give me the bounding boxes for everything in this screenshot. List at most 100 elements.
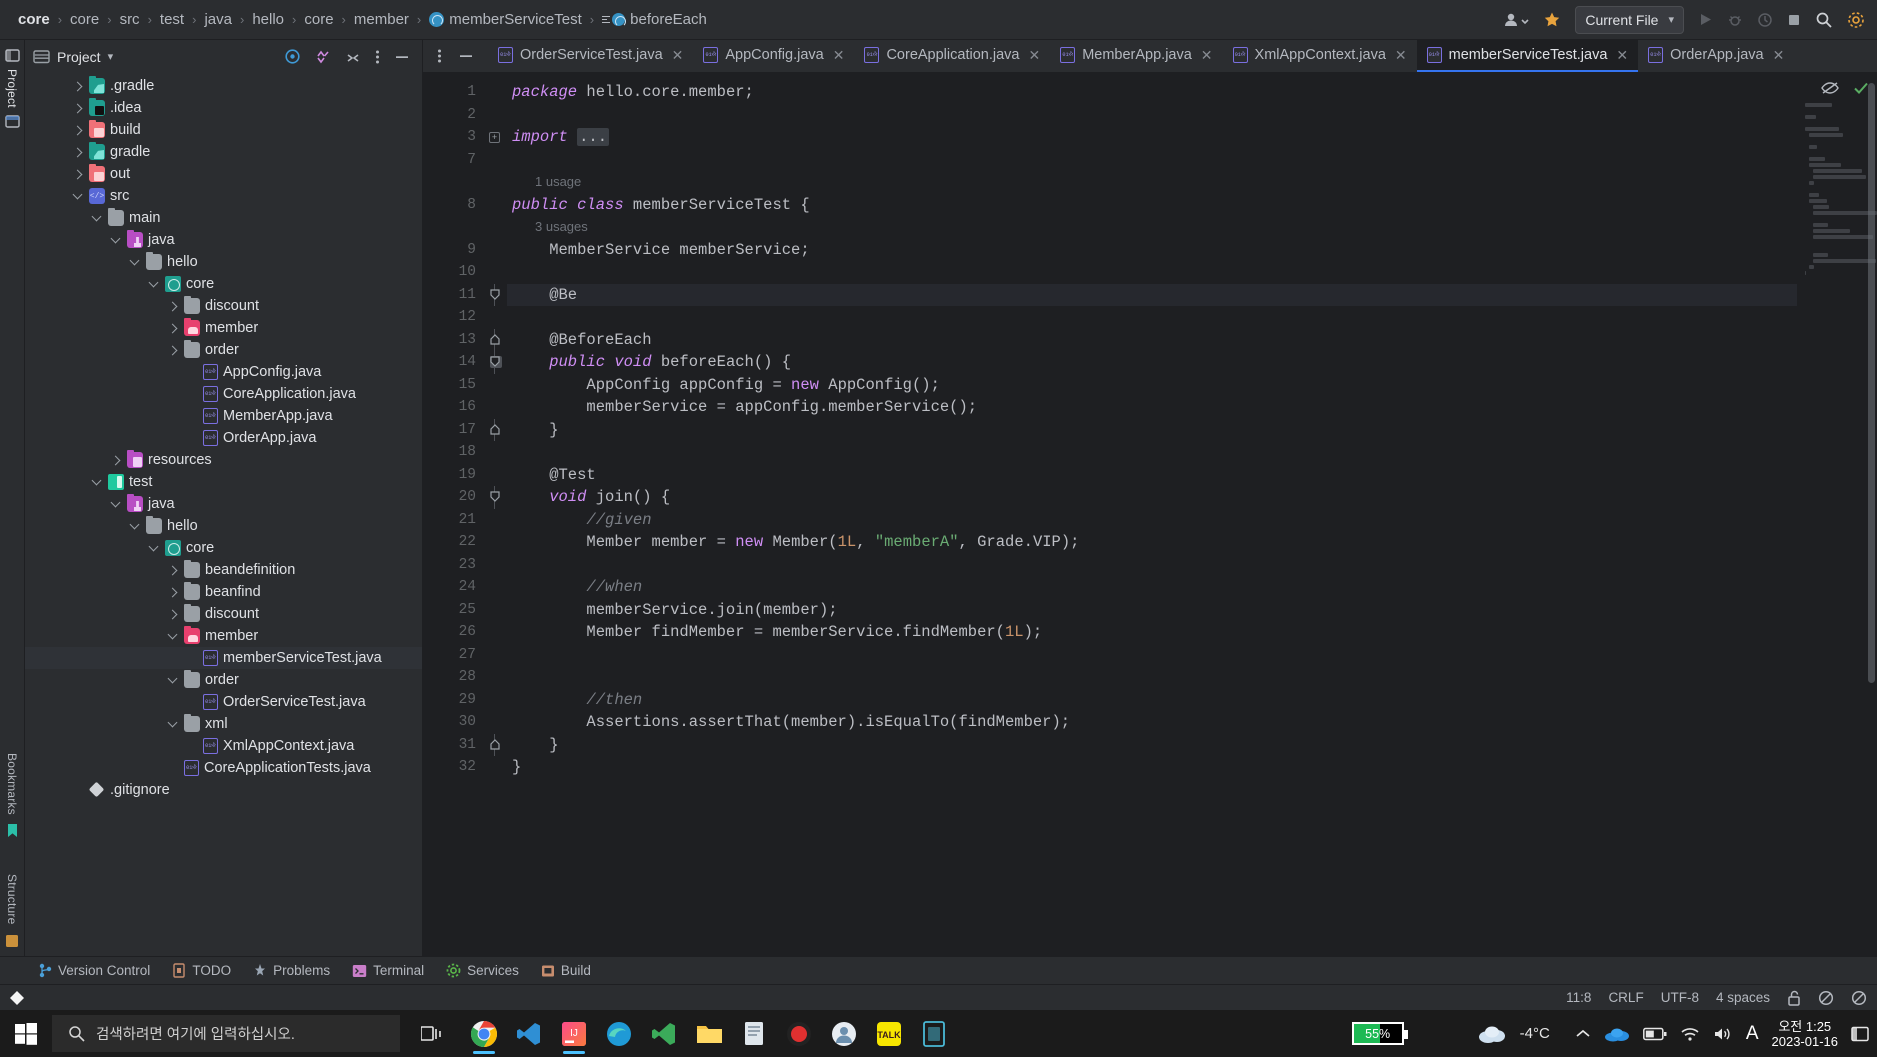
chevron-down-icon[interactable] — [129, 256, 141, 268]
chevron-right-icon[interactable] — [72, 102, 84, 114]
file-explorer-icon[interactable] — [689, 1011, 729, 1056]
recorder-icon[interactable] — [779, 1011, 819, 1056]
project-tool-icon[interactable] — [4, 48, 20, 63]
line-number[interactable]: 19 — [423, 464, 485, 487]
tree-node-java[interactable]: java — [25, 229, 422, 251]
tree-node-beanfind[interactable]: beanfind — [25, 581, 422, 603]
bookmark-icon[interactable] — [6, 823, 19, 838]
no-inspections-icon[interactable] — [1818, 990, 1834, 1006]
tree-node-appconfig-java[interactable]: AppConfig.java — [25, 361, 422, 383]
notepad-icon[interactable] — [734, 1011, 774, 1056]
tree-node-discount[interactable]: discount — [25, 603, 422, 625]
line-number[interactable]: 3 — [423, 126, 485, 149]
code-line[interactable] — [507, 554, 1797, 577]
editor-tab-coreapplication-java[interactable]: CoreApplication.java ✕ — [854, 40, 1050, 72]
line-number[interactable]: 22 — [423, 531, 485, 554]
line-number[interactable]: 2 — [423, 104, 485, 127]
vscode-icon[interactable] — [509, 1011, 549, 1056]
line-number[interactable]: 13 — [423, 329, 485, 352]
chevron-right-icon[interactable] — [110, 454, 122, 466]
code-line[interactable] — [507, 666, 1797, 689]
tree-node-xml[interactable]: xml — [25, 713, 422, 735]
code-line[interactable]: import ... — [507, 126, 1797, 149]
line-number[interactable]: 28 — [423, 666, 485, 689]
indent-setting[interactable]: 4 spaces — [1716, 990, 1770, 1005]
chevron-right-icon[interactable] — [72, 124, 84, 136]
editor-tab-appconfig-java[interactable]: AppConfig.java ✕ — [693, 40, 854, 72]
breadcrumb-item-java[interactable]: java — [200, 9, 236, 30]
line-number[interactable]: 14 — [423, 351, 502, 374]
chevron-down-icon[interactable] — [167, 674, 179, 686]
tree-node-orderapp-java[interactable]: OrderApp.java — [25, 427, 422, 449]
code-line[interactable]: Member findMember = memberService.findMe… — [507, 621, 1797, 644]
code-line[interactable]: memberService.join(member); — [507, 599, 1797, 622]
fold-handle[interactable] — [485, 283, 507, 306]
chevron-down-icon[interactable] — [167, 630, 179, 642]
code-line[interactable]: public class memberServiceTest { — [507, 194, 1797, 217]
chevron-down-icon[interactable] — [72, 190, 84, 202]
collapse-fold-end-icon[interactable] — [489, 738, 500, 750]
close-icon[interactable]: ✕ — [833, 47, 845, 64]
breadcrumb-item-hello[interactable]: hello — [248, 9, 288, 30]
action-center-icon[interactable] — [1851, 1026, 1869, 1042]
run-configuration-selector[interactable]: Current File ▾ — [1575, 5, 1684, 34]
breadcrumb-item-memberservicetest[interactable]: memberServiceTest — [425, 9, 586, 30]
project-tree[interactable]: .gradle .idea build gradle out src main java hel… — [25, 73, 422, 956]
tool-window-button-build[interactable]: Build — [541, 963, 591, 978]
line-number[interactable]: 8 — [423, 194, 485, 217]
edge-icon[interactable] — [599, 1011, 639, 1056]
tree-node-coreapplication-java[interactable]: CoreApplication.java — [25, 383, 422, 405]
line-number[interactable]: 17 — [423, 419, 485, 442]
collapse-fold-icon[interactable] — [489, 356, 500, 367]
breadcrumb-item-core[interactable]: core — [66, 9, 103, 30]
code-line[interactable]: Assertions.assertThat(member).isEqualTo(… — [507, 711, 1797, 734]
kakaotalk-icon[interactable]: TALK — [869, 1011, 909, 1056]
fold-handle[interactable] — [485, 328, 507, 351]
line-number[interactable]: 18 — [423, 441, 485, 464]
structure-tool-icon[interactable] — [4, 114, 20, 129]
fold-handle[interactable] — [485, 418, 507, 441]
tool-window-button-todo[interactable]: TODO — [172, 963, 231, 978]
code-line[interactable]: @Be — [507, 283, 1797, 306]
line-number[interactable]: 25 — [423, 599, 485, 622]
target-locate-icon[interactable] — [284, 48, 301, 65]
chevron-right-icon[interactable] — [167, 608, 179, 620]
structure-icon[interactable] — [5, 934, 19, 948]
line-number[interactable]: 15 — [423, 374, 485, 397]
sidebar-item-structure[interactable]: Structure — [5, 874, 19, 925]
line-number[interactable]: 1 — [423, 81, 485, 104]
code-line[interactable]: memberService = appConfig.memberService(… — [507, 396, 1797, 419]
close-icon[interactable]: ✕ — [1028, 47, 1040, 64]
tree-node-java[interactable]: java — [25, 493, 422, 515]
fold-handle[interactable]: + — [485, 126, 507, 149]
inlay-usage-hint[interactable]: 1 usage — [507, 171, 1797, 194]
unlock-icon[interactable] — [1787, 990, 1801, 1006]
chevron-down-icon[interactable]: ▾ — [108, 50, 114, 63]
code-line[interactable]: package hello.core.member; — [507, 81, 1797, 104]
tree-node-hello[interactable]: hello — [25, 251, 422, 273]
tree-node-memberapp-java[interactable]: MemberApp.java — [25, 405, 422, 427]
tree-node-build[interactable]: build — [25, 119, 422, 141]
chevron-right-icon[interactable] — [167, 564, 179, 576]
cloud-icon[interactable] — [1477, 1024, 1507, 1044]
breadcrumb-item-beforeeach[interactable]: beforeEach — [598, 9, 711, 30]
collapse-fold-end-icon[interactable] — [489, 423, 500, 435]
wifi-icon[interactable] — [1680, 1026, 1700, 1042]
code-line[interactable]: //then — [507, 689, 1797, 712]
task-view-icon[interactable] — [412, 1011, 452, 1056]
tree-node-beandefinition[interactable]: beandefinition — [25, 559, 422, 581]
intellij-idea-icon[interactable]: IJ — [554, 1011, 594, 1056]
tree-node-member[interactable]: member — [25, 625, 422, 647]
collapse-fold-icon[interactable] — [489, 491, 500, 502]
code-folding-gutter[interactable]: + — [485, 73, 507, 956]
tree-node-out[interactable]: out — [25, 163, 422, 185]
expand-fold-icon[interactable]: + — [489, 131, 500, 143]
tree-node--gitignore[interactable]: .gitignore — [25, 779, 422, 801]
line-number[interactable]: 31 — [423, 734, 485, 757]
ime-A-icon[interactable]: A — [1746, 1023, 1759, 1045]
tree-node-coreapplicationtests-java[interactable]: CoreApplicationTests.java — [25, 757, 422, 779]
close-icon[interactable]: ✕ — [1201, 47, 1213, 64]
chevron-right-icon[interactable] — [72, 80, 84, 92]
search-icon[interactable] — [1815, 11, 1833, 29]
chevron-down-icon[interactable] — [91, 476, 103, 488]
